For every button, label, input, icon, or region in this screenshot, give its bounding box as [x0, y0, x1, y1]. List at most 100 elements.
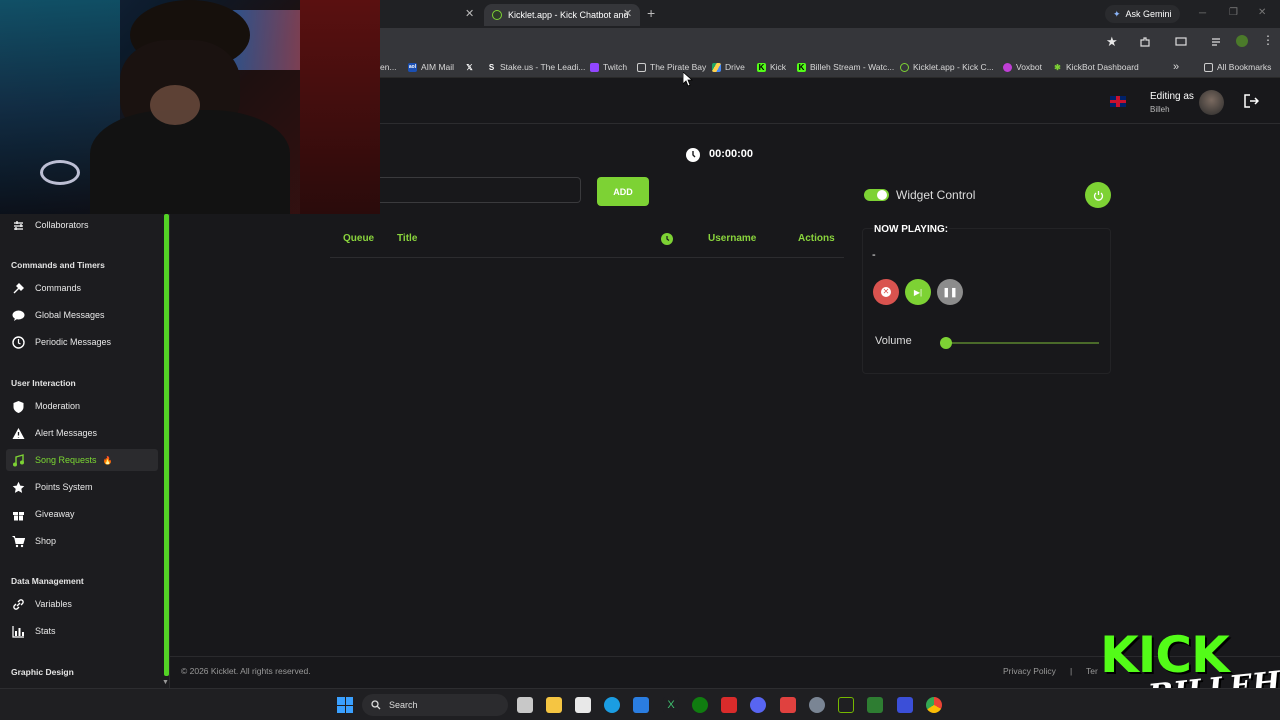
close-tab-icon[interactable]: ✕	[465, 7, 474, 20]
editing-user-name: Billeh	[1150, 105, 1170, 114]
uk-flag-icon[interactable]	[1110, 96, 1126, 107]
volume-slider-handle[interactable]	[939, 337, 952, 349]
scroll-down-icon[interactable]: ▼	[162, 679, 169, 686]
all-bookmarks[interactable]: All Bookmarks	[1204, 60, 1271, 74]
close-window-icon[interactable]: ✕	[1258, 7, 1266, 18]
sidebar-item-giveaway[interactable]: Giveaway	[6, 503, 158, 525]
bookmark-item[interactable]: S Stake.us - The Leadi...	[487, 60, 586, 74]
bookmark-item[interactable]: aol AIM Mail	[408, 60, 454, 74]
app-icon[interactable]	[897, 697, 913, 713]
queue-column-header: Queue	[343, 233, 375, 244]
bookmark-item[interactable]: Twitch	[590, 60, 627, 74]
terms-link[interactable]: Ter	[1086, 666, 1098, 676]
bookmark-item[interactable]: 𝕏	[465, 60, 478, 74]
widget-control-label: Widget Control	[896, 188, 976, 202]
sidebar-item-global-messages[interactable]: Global Messages	[6, 304, 158, 326]
excel-icon[interactable]: X	[663, 697, 679, 713]
sidebar-item-moderation[interactable]: Moderation	[6, 395, 158, 417]
taskbar-search-label: Search	[389, 700, 418, 710]
fire-badge-icon: 🔥	[102, 455, 113, 465]
bookmark-item[interactable]: Kicklet.app - Kick C...	[900, 60, 994, 74]
bookmark-item[interactable]: en...	[380, 60, 397, 74]
chart-icon	[12, 625, 24, 638]
sidebar-section-title: Data Management	[11, 576, 84, 586]
sidebar-item-alert-messages[interactable]: Alert Messages	[6, 422, 158, 444]
app-icon[interactable]	[867, 697, 883, 713]
bookmark-item[interactable]: Drive	[712, 60, 745, 74]
star-icon	[12, 481, 25, 493]
now-playing-value: -	[872, 249, 876, 261]
sidebar-item-commands[interactable]: Commands	[6, 277, 158, 299]
sidebar-scrollbar[interactable]	[164, 214, 169, 676]
sidebar-item-stats[interactable]: Stats	[6, 620, 158, 642]
kicklet-icon	[900, 62, 909, 72]
sidebar-item-periodic-messages[interactable]: Periodic Messages	[6, 331, 158, 353]
link-icon	[13, 598, 24, 610]
edge-icon[interactable]	[604, 697, 620, 713]
sidebar-item-points-system[interactable]: Points System	[6, 476, 158, 498]
star-bookmark-icon[interactable]: ★	[1106, 34, 1118, 50]
warning-icon	[12, 427, 25, 439]
song-url-input[interactable]	[380, 177, 581, 203]
song-timer: 00:00:00	[709, 148, 754, 160]
collaborators-icon	[14, 220, 23, 230]
profile-icon[interactable]	[1236, 35, 1248, 47]
bookmark-item[interactable]: ✱ KickBot Dashboard	[1053, 60, 1139, 74]
bookmark-item[interactable]: The Pirate Bay	[637, 60, 706, 74]
taskbar-search[interactable]: Search	[362, 694, 508, 716]
cast-icon[interactable]	[1175, 36, 1187, 48]
close-tab-icon[interactable]: ✕	[623, 7, 632, 20]
windows-start-icon[interactable]	[337, 697, 353, 713]
menu-dots-icon[interactable]: ⋮	[1262, 33, 1274, 47]
app-icon[interactable]	[780, 697, 796, 713]
bookmark-item[interactable]: Voxbot	[1003, 60, 1042, 74]
new-tab-button[interactable]: +	[647, 5, 655, 21]
kick-icon: K	[757, 62, 766, 72]
ask-gemini-button[interactable]: ✦ Ask Gemini	[1105, 5, 1180, 23]
footer-separator: |	[1070, 666, 1073, 676]
avatar[interactable]	[1199, 90, 1224, 115]
widget-power-button[interactable]	[1085, 182, 1111, 208]
kickbot-icon: ✱	[1054, 62, 1061, 72]
privacy-policy-link[interactable]: Privacy Policy	[1003, 666, 1056, 676]
store-icon[interactable]	[575, 697, 591, 713]
hammer-icon	[13, 282, 24, 293]
discord-icon[interactable]	[750, 697, 766, 713]
pause-button[interactable]: ❚❚	[937, 279, 963, 305]
bookmark-item[interactable]: K Kick	[757, 60, 786, 74]
xbox-icon[interactable]	[692, 697, 708, 713]
add-song-button[interactable]: ADD	[597, 177, 649, 206]
file-explorer-icon[interactable]	[546, 697, 562, 713]
sidebar-item-shop[interactable]: Shop	[6, 530, 158, 552]
search-icon	[371, 700, 381, 710]
nvidia-icon[interactable]	[838, 697, 854, 713]
bookmark-item[interactable]: K Billeh Stream - Watc...	[797, 60, 894, 74]
chrome-icon[interactable]	[926, 697, 942, 713]
widget-control-toggle[interactable]	[864, 189, 889, 201]
maximize-icon[interactable]: ❐	[1229, 7, 1238, 18]
bookmarks-overflow[interactable]: »	[1173, 60, 1179, 74]
media-control-icon[interactable]	[1211, 36, 1223, 48]
sidebar-item-collaborators[interactable]: Collaborators	[6, 214, 158, 236]
power-icon	[1093, 190, 1103, 201]
x-icon: 𝕏	[466, 62, 473, 72]
extensions-icon[interactable]	[1139, 36, 1151, 48]
app-icon[interactable]	[721, 697, 737, 713]
remove-song-button[interactable]: ✕	[873, 279, 899, 305]
sidebar-item-variables[interactable]: Variables	[6, 593, 158, 615]
gift-icon	[13, 511, 24, 521]
title-column-header: Title	[397, 233, 418, 244]
sidebar-item-song-requests[interactable]: Song Requests 🔥	[6, 449, 158, 471]
minimize-icon[interactable]: ─	[1199, 8, 1206, 19]
skip-song-button[interactable]: ▶|	[905, 279, 931, 305]
music-icon	[13, 453, 24, 466]
outlook-icon[interactable]	[633, 697, 649, 713]
volume-slider-track[interactable]	[939, 337, 1099, 349]
cart-icon	[12, 535, 25, 547]
task-view-icon[interactable]	[517, 697, 533, 713]
browser-tab-active[interactable]: Kicklet.app - Kick Chatbot and	[484, 4, 640, 26]
logout-icon[interactable]	[1244, 94, 1259, 108]
voxbot-icon	[1003, 62, 1012, 72]
sidebar-section-title: User Interaction	[11, 378, 76, 388]
settings-gear-icon[interactable]	[809, 697, 825, 713]
